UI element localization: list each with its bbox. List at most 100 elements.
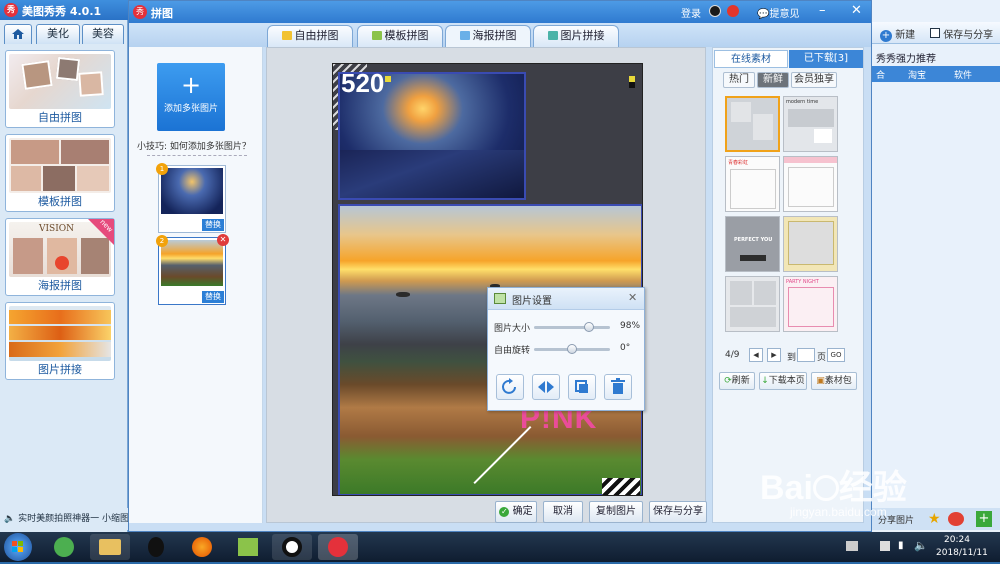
template-thumbnail[interactable] [783, 156, 838, 212]
template-thumbnail[interactable] [725, 96, 780, 152]
goto-label: 到 [787, 353, 797, 363]
subtab-vip[interactable]: 会员独享 [791, 72, 837, 88]
poster-canvas[interactable]: P!NK 520 [332, 63, 643, 496]
minimize-button[interactable]: – [819, 3, 826, 18]
material-pack-button[interactable]: ▣素材包 [811, 372, 857, 390]
image-list-panel: + 添加多张图片 小技巧: 如何添加多张图片？ 1 替换 2 ✕ 替换 [129, 47, 263, 523]
new-button-label: 新建 [895, 30, 916, 41]
rotate-slider-knob[interactable] [567, 344, 577, 354]
mode-free-collage[interactable]: 自由拼图 [5, 50, 115, 128]
template-thumbnail[interactable] [783, 216, 838, 272]
mode-poster-collage[interactable]: VISION new 海报拼图 [5, 218, 115, 296]
tray-signal-icon[interactable]: ▮ [898, 540, 904, 551]
tray-battery-icon[interactable] [846, 541, 858, 551]
flip-icon [538, 381, 554, 393]
page-number-input[interactable] [797, 348, 815, 362]
template-thumbnail[interactable] [725, 276, 780, 332]
clock-time[interactable]: 20:24 [944, 535, 970, 545]
image-slot[interactable]: 1 替换 [156, 163, 226, 233]
rotate-button[interactable] [496, 374, 524, 400]
delete-button[interactable] [604, 374, 632, 400]
weibo-icon[interactable] [948, 512, 964, 526]
save-icon [930, 28, 940, 38]
layer-button[interactable] [568, 374, 596, 400]
mode-template-collage[interactable]: 模板拼图 [5, 134, 115, 212]
layer-icon [575, 380, 588, 393]
prev-page-icon[interactable]: ◀ [749, 348, 763, 362]
taskbar-recorder-icon[interactable] [272, 534, 312, 560]
qq-icon[interactable] [709, 5, 721, 17]
subtab-fresh[interactable]: 新鲜 [757, 72, 789, 88]
tip-link[interactable]: 小技巧: 如何添加多张图片？ [137, 139, 251, 152]
tray-flag-icon[interactable] [880, 541, 890, 551]
tab-downloaded[interactable]: 已下载[3] [789, 50, 863, 68]
black-square-decoration [629, 82, 635, 88]
add-images-button[interactable]: + 添加多张图片 [157, 63, 225, 131]
recommend-tabs: 合 淘宝 软件 [872, 66, 1000, 82]
recommend-tab-0[interactable]: 合 [876, 68, 885, 81]
collage-logo-icon: 秀 [133, 5, 147, 19]
feedback-icon: 💬 [757, 9, 770, 20]
confirm-button[interactable]: ✓ 确定 [495, 501, 537, 523]
dialog-close-icon[interactable]: ✕ [628, 291, 637, 304]
recommend-tab-software[interactable]: 软件 [954, 68, 972, 81]
login-link[interactable]: 登录 [681, 5, 701, 20]
template-thumbnail[interactable]: modern time [783, 96, 838, 152]
template-collage-thumbnail [9, 138, 111, 193]
taskbar-explorer-icon[interactable] [90, 534, 130, 560]
add-green-icon[interactable]: + [976, 511, 992, 527]
tab-poster-collage[interactable]: 海报拼图 [445, 25, 531, 47]
rock-decoration [396, 292, 410, 297]
refresh-button[interactable]: ⟳刷新 [719, 372, 755, 390]
download-icon: ↓ [761, 376, 769, 386]
go-button[interactable]: GO [827, 348, 845, 362]
new-button[interactable]: + 新建 [880, 26, 915, 42]
save-share-top-button[interactable]: 保存与分享 [930, 26, 993, 41]
tab-online-materials[interactable]: 在线素材 [714, 50, 788, 68]
flip-button[interactable] [532, 374, 560, 400]
template-thumbnail[interactable]: PARTY NIGHT [783, 276, 838, 332]
cancel-button[interactable]: 取消 [543, 501, 583, 523]
feedback-link[interactable]: 💬提意见 [757, 5, 799, 20]
home-tab[interactable] [4, 24, 32, 44]
mode-image-stitch[interactable]: 图片拼接 [5, 302, 115, 380]
taskbar-meitu-icon[interactable] [318, 534, 358, 560]
template-thumbnail[interactable]: PERFECT YOU [725, 216, 780, 272]
tab-free-collage[interactable]: 自由拼图 [267, 25, 353, 47]
remove-image-icon[interactable]: ✕ [217, 234, 229, 246]
tab-template-collage[interactable]: 模板拼图 [357, 25, 443, 47]
weibo-login-icon[interactable] [727, 5, 739, 17]
tab-beauty[interactable]: 美容 [82, 24, 124, 44]
star-icon[interactable]: ★ [928, 511, 941, 527]
main-app-window: 秀 美图秀秀 4.0.1 美化 美容 自由拼图 模板拼图 VISION new … [0, 0, 128, 532]
save-share-button[interactable]: 保存与分享 [649, 501, 707, 523]
poster-collage-icon [459, 31, 470, 40]
tab-image-stitch[interactable]: 图片拼接 [533, 25, 619, 47]
replace-button[interactable]: 替换 [202, 291, 224, 303]
windows-logo-icon [12, 541, 23, 552]
tab-beautify[interactable]: 美化 [36, 24, 80, 44]
replace-button[interactable]: 替换 [202, 219, 224, 231]
taskbar-360-icon[interactable] [44, 534, 84, 560]
background-app-toolbar: + 新建 保存与分享 [872, 22, 1000, 44]
recommend-tab-taobao[interactable]: 淘宝 [908, 68, 926, 81]
rotate-slider[interactable] [534, 344, 610, 354]
start-button[interactable] [4, 533, 32, 561]
close-window-button[interactable]: ✕ [851, 3, 862, 18]
size-slider[interactable] [534, 322, 610, 332]
recommend-heading: 秀秀强力推荐 [876, 54, 936, 65]
copy-image-button[interactable]: 复制图片 [589, 501, 643, 523]
mode-template-collage-label: 模板拼图 [38, 195, 82, 208]
clock-date[interactable]: 2018/11/11 [936, 548, 988, 558]
download-page-button[interactable]: ↓下载本页 [759, 372, 807, 390]
image-slot[interactable]: 2 ✕ 替换 [156, 234, 229, 305]
image-stitch-icon [547, 31, 558, 40]
template-thumbnail[interactable]: 青春彩虹 [725, 156, 780, 212]
subtab-hot[interactable]: 热门 [723, 72, 755, 88]
tray-volume-icon[interactable]: 🔈 [914, 539, 928, 552]
taskbar-firefox-icon[interactable] [182, 534, 222, 560]
size-slider-knob[interactable] [583, 322, 594, 332]
taskbar-qq-icon[interactable] [136, 534, 176, 560]
next-page-icon[interactable]: ▶ [767, 348, 781, 362]
taskbar-iqiyi-icon[interactable] [228, 534, 268, 560]
